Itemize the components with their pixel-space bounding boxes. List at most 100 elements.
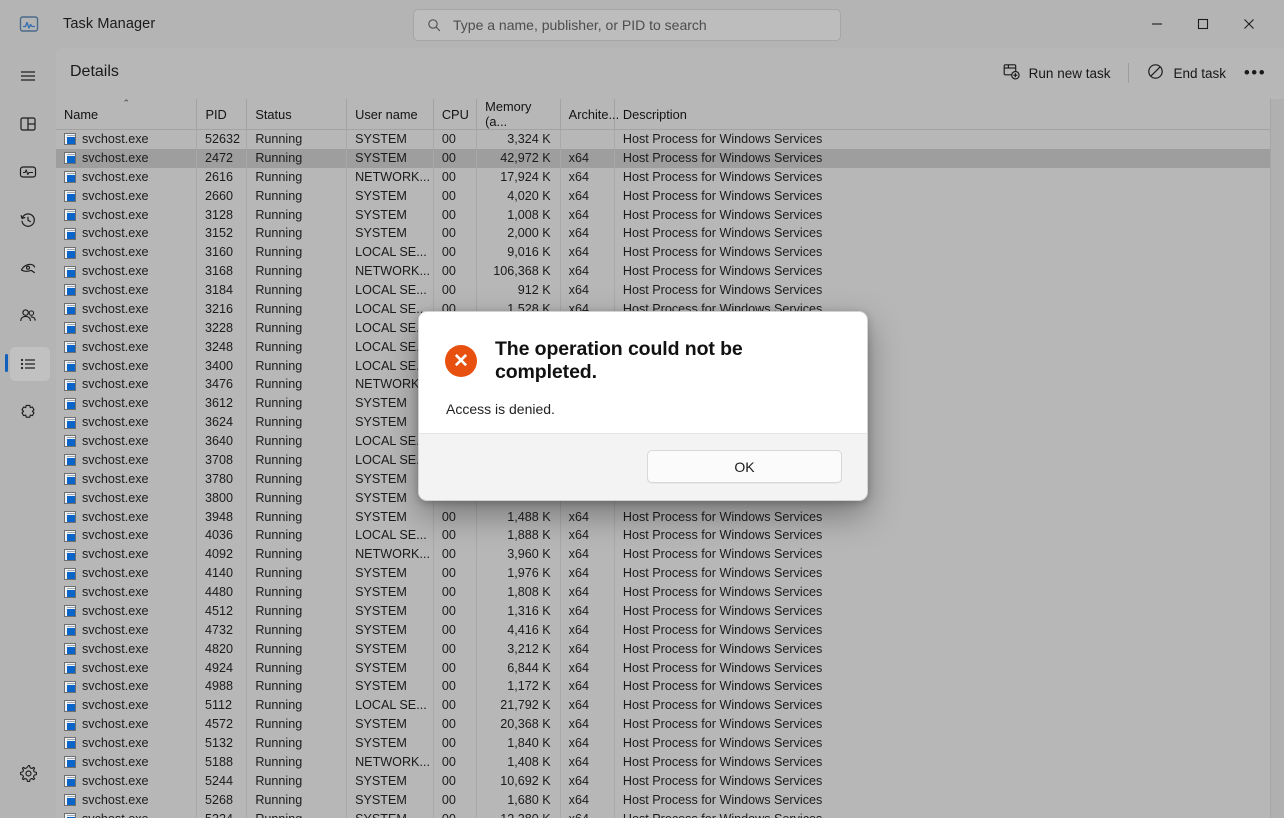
settings-gear-icon <box>19 764 38 788</box>
hamburger-menu-button[interactable] <box>0 56 56 96</box>
cell-memory: 1,008 K <box>477 206 560 225</box>
end-task-button[interactable]: End task <box>1135 57 1238 89</box>
table-row[interactable]: svchost.exe5244RunningSYSTEM0010,692 Kx6… <box>56 772 1284 791</box>
sidebar-item-details[interactable] <box>0 344 56 384</box>
cell-status: Running <box>247 753 347 772</box>
close-button[interactable] <box>1226 0 1272 48</box>
table-row[interactable]: svchost.exe4572RunningSYSTEM0020,368 Kx6… <box>56 715 1284 734</box>
table-row[interactable]: svchost.exe3168RunningNETWORK...00106,36… <box>56 262 1284 281</box>
table-row[interactable]: svchost.exe4820RunningSYSTEM003,212 Kx64… <box>56 640 1284 659</box>
cell-pid: 4140 <box>197 564 247 583</box>
more-options-button[interactable]: ••• <box>1238 57 1272 89</box>
table-row[interactable]: svchost.exe5324RunningSYSTEM0012,380 Kx6… <box>56 810 1284 818</box>
table-header: Name⌃PIDStatusUser name CPU Memory (a...Ar… <box>56 99 1284 130</box>
process-name-label: svchost.exe <box>82 526 149 545</box>
sidebar-item-performance[interactable] <box>0 152 56 192</box>
process-icon <box>64 266 76 278</box>
cell-user: NETWORK... <box>347 168 434 187</box>
table-row[interactable]: svchost.exe3948RunningSYSTEM001,488 Kx64… <box>56 508 1284 527</box>
table-row[interactable]: svchost.exe4924RunningSYSTEM006,844 Kx64… <box>56 659 1284 678</box>
cell-arch: x64 <box>560 262 614 281</box>
table-row[interactable]: svchost.exe4036RunningLOCAL SE...001,888… <box>56 526 1284 545</box>
table-row[interactable]: svchost.exe5132RunningSYSTEM001,840 Kx64… <box>56 734 1284 753</box>
table-row[interactable]: svchost.exe4988RunningSYSTEM001,172 Kx64… <box>56 677 1284 696</box>
process-icon <box>64 643 76 655</box>
process-icon <box>64 719 76 731</box>
process-name-label: svchost.exe <box>82 640 149 659</box>
maximize-button[interactable] <box>1180 0 1226 48</box>
sidebar-item-processes[interactable] <box>0 104 56 144</box>
column-header-user[interactable]: User name <box>347 99 434 130</box>
cell-description: Host Process for Windows Services <box>614 224 1283 243</box>
table-row[interactable]: svchost.exe3152RunningSYSTEM002,000 Kx64… <box>56 224 1284 243</box>
table-row[interactable]: svchost.exe4140RunningSYSTEM001,976 Kx64… <box>56 564 1284 583</box>
table-row[interactable]: svchost.exe5188RunningNETWORK...001,408 … <box>56 753 1284 772</box>
sidebar-item-settings[interactable] <box>0 756 56 796</box>
cell-status: Running <box>247 734 347 753</box>
column-header-cpu[interactable]: CPU <box>433 99 476 130</box>
process-name-label: svchost.exe <box>82 149 149 168</box>
dialog-ok-button[interactable]: OK <box>647 450 842 483</box>
search-box[interactable]: Type a name, publisher, or PID to search <box>413 9 841 41</box>
cell-cpu: 00 <box>433 187 476 206</box>
cell-description: Host Process for Windows Services <box>614 621 1283 640</box>
table-row[interactable]: svchost.exe52632RunningSYSTEM003,324 KHo… <box>56 130 1284 149</box>
cell-arch: x64 <box>560 753 614 772</box>
title-bar: Task Manager Type a name, publisher, or … <box>0 0 1284 48</box>
table-row[interactable]: svchost.exe3184RunningLOCAL SE...00912 K… <box>56 281 1284 300</box>
cell-pid: 3160 <box>197 243 247 262</box>
cell-status: Running <box>247 470 347 489</box>
column-header-pid[interactable]: PID <box>197 99 247 130</box>
cell-pid: 4572 <box>197 715 247 734</box>
cell-pid: 3800 <box>197 489 247 508</box>
table-row[interactable]: svchost.exe4512RunningSYSTEM001,316 Kx64… <box>56 602 1284 621</box>
vertical-scrollbar[interactable] <box>1270 99 1284 818</box>
cell-description: Host Process for Windows Services <box>614 602 1283 621</box>
minimize-button[interactable] <box>1134 0 1180 48</box>
sidebar-item-app-history[interactable] <box>0 200 56 240</box>
column-header-name[interactable]: Name⌃ <box>56 99 197 130</box>
cell-pid: 3948 <box>197 508 247 527</box>
cell-user: LOCAL SE... <box>347 696 434 715</box>
table-row[interactable]: svchost.exe5112RunningLOCAL SE...0021,79… <box>56 696 1284 715</box>
cell-pid: 4732 <box>197 621 247 640</box>
table-row[interactable]: svchost.exe4732RunningSYSTEM004,416 Kx64… <box>56 621 1284 640</box>
cell-user: SYSTEM <box>347 791 434 810</box>
add-window-icon <box>1003 63 1020 83</box>
column-header-label: CPU <box>442 107 469 122</box>
process-icon <box>64 813 76 818</box>
sidebar-item-services[interactable] <box>0 392 56 432</box>
table-row[interactable]: svchost.exe3160RunningLOCAL SE...009,016… <box>56 243 1284 262</box>
cell-user: SYSTEM <box>347 772 434 791</box>
sidebar-item-users[interactable] <box>0 296 56 336</box>
cell-memory: 4,020 K <box>477 187 560 206</box>
cell-pid: 4092 <box>197 545 247 564</box>
run-new-task-button[interactable]: Run new task <box>991 57 1123 89</box>
sidebar-item-startup-apps[interactable] <box>0 248 56 288</box>
cell-arch: x64 <box>560 715 614 734</box>
cell-memory: 1,840 K <box>477 734 560 753</box>
cell-cpu: 00 <box>433 206 476 225</box>
details-list-icon <box>18 354 38 374</box>
table-row[interactable]: svchost.exe3128RunningSYSTEM001,008 Kx64… <box>56 206 1284 225</box>
column-header-arch[interactable]: Archite... <box>560 99 614 130</box>
cell-cpu: 00 <box>433 640 476 659</box>
table-row[interactable]: svchost.exe4480RunningSYSTEM001,808 Kx64… <box>56 583 1284 602</box>
process-icon <box>64 247 76 259</box>
process-name-label: svchost.exe <box>82 753 149 772</box>
table-row[interactable]: svchost.exe5268RunningSYSTEM001,680 Kx64… <box>56 791 1284 810</box>
column-header-memory[interactable]: Memory (a... <box>477 99 560 130</box>
cell-user: SYSTEM <box>347 508 434 527</box>
table-row[interactable]: svchost.exe2616RunningNETWORK...0017,924… <box>56 168 1284 187</box>
cell-description: Host Process for Windows Services <box>614 508 1283 527</box>
cell-status: Running <box>247 357 347 376</box>
cell-name: svchost.exe <box>56 470 197 489</box>
table-row[interactable]: svchost.exe2660RunningSYSTEM004,020 Kx64… <box>56 187 1284 206</box>
column-header-status[interactable]: Status <box>247 99 347 130</box>
cell-pid: 3476 <box>197 375 247 394</box>
table-row[interactable]: svchost.exe2472RunningSYSTEM0042,972 Kx6… <box>56 149 1284 168</box>
process-name-label: svchost.exe <box>82 583 149 602</box>
table-row[interactable]: svchost.exe4092RunningNETWORK...003,960 … <box>56 545 1284 564</box>
dialog-title: The operation could not be completed. <box>495 338 841 384</box>
column-header-description[interactable]: Description <box>614 99 1283 130</box>
